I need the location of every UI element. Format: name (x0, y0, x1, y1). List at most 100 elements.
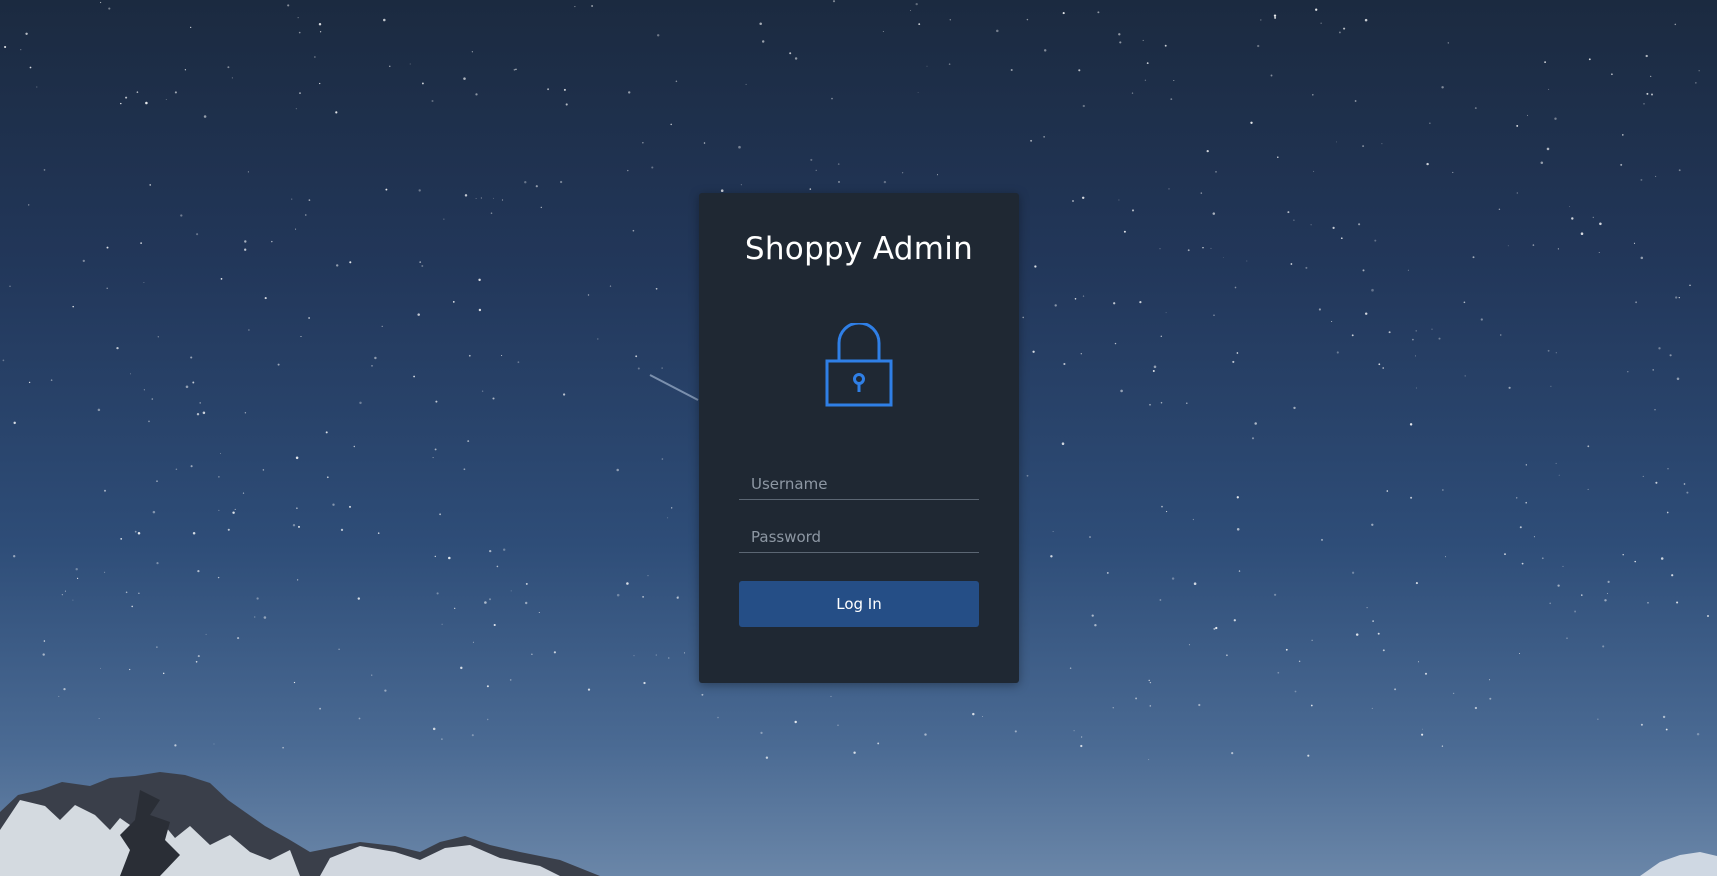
star (326, 476, 329, 479)
star (203, 115, 207, 118)
star (25, 32, 28, 35)
star (1236, 496, 1239, 499)
star (1667, 468, 1669, 470)
star (701, 693, 704, 696)
star (296, 579, 299, 581)
star (745, 83, 747, 85)
star (1646, 92, 1649, 95)
star (1388, 331, 1391, 334)
star (1598, 251, 1600, 253)
star (635, 355, 638, 358)
star (97, 408, 101, 412)
star (1507, 245, 1509, 247)
star (419, 261, 422, 263)
star (421, 82, 424, 85)
star (1351, 571, 1355, 574)
star (1521, 562, 1524, 565)
star (1660, 557, 1664, 560)
star (1516, 192, 1518, 194)
star (1665, 728, 1668, 731)
star (1336, 351, 1339, 354)
star (1149, 681, 1152, 684)
star (1647, 602, 1649, 604)
star (292, 523, 296, 527)
username-input[interactable] (739, 468, 979, 500)
star (441, 623, 443, 625)
star (1310, 704, 1313, 707)
star (480, 197, 482, 199)
star (1652, 369, 1654, 371)
star (1463, 301, 1466, 304)
star (1061, 442, 1065, 445)
star (148, 420, 150, 423)
star (28, 381, 31, 384)
star (1144, 79, 1147, 81)
star (1215, 171, 1217, 173)
star (1355, 633, 1359, 636)
star (475, 93, 478, 96)
star (1580, 232, 1584, 235)
star (413, 375, 415, 378)
star (319, 707, 321, 710)
star (489, 549, 492, 553)
star (1193, 582, 1197, 585)
star (1527, 114, 1529, 116)
star (628, 91, 631, 94)
star (1187, 249, 1190, 252)
star (1678, 296, 1680, 299)
star (524, 181, 527, 184)
star (1650, 75, 1652, 78)
star (1164, 44, 1167, 47)
login-button[interactable]: Log In (739, 581, 979, 627)
star (1480, 318, 1483, 321)
star (338, 648, 340, 651)
star (1080, 744, 1083, 748)
star (13, 555, 16, 558)
star (319, 31, 322, 33)
star (199, 402, 201, 404)
star (1270, 74, 1273, 77)
star (1287, 211, 1290, 214)
star (1148, 679, 1150, 682)
star (670, 123, 672, 126)
password-input[interactable] (739, 521, 979, 553)
star (319, 82, 321, 85)
star (156, 562, 159, 565)
star (972, 712, 975, 716)
star (1343, 27, 1346, 30)
star (1226, 654, 1228, 657)
star (157, 336, 159, 338)
star (205, 633, 207, 635)
star (232, 511, 235, 514)
star (1555, 352, 1557, 354)
star (305, 214, 307, 216)
star (1654, 409, 1656, 411)
star (432, 727, 436, 731)
star (335, 111, 338, 114)
star (203, 412, 205, 414)
star (515, 68, 517, 71)
star (418, 189, 421, 192)
star (282, 746, 284, 749)
star (759, 22, 762, 26)
star (1142, 39, 1144, 41)
star (651, 166, 654, 169)
star (901, 172, 904, 174)
star (143, 282, 145, 283)
star (1362, 145, 1365, 148)
star (472, 641, 474, 643)
star (1386, 490, 1389, 492)
star (244, 248, 247, 251)
star (1112, 707, 1114, 709)
star (434, 555, 436, 558)
star (1597, 718, 1599, 720)
star (1410, 496, 1413, 499)
star (431, 100, 434, 102)
star (104, 571, 106, 573)
star (471, 734, 474, 737)
star (389, 65, 391, 67)
star (300, 335, 302, 338)
star (58, 695, 60, 697)
star (1525, 464, 1527, 466)
star (1290, 263, 1293, 265)
